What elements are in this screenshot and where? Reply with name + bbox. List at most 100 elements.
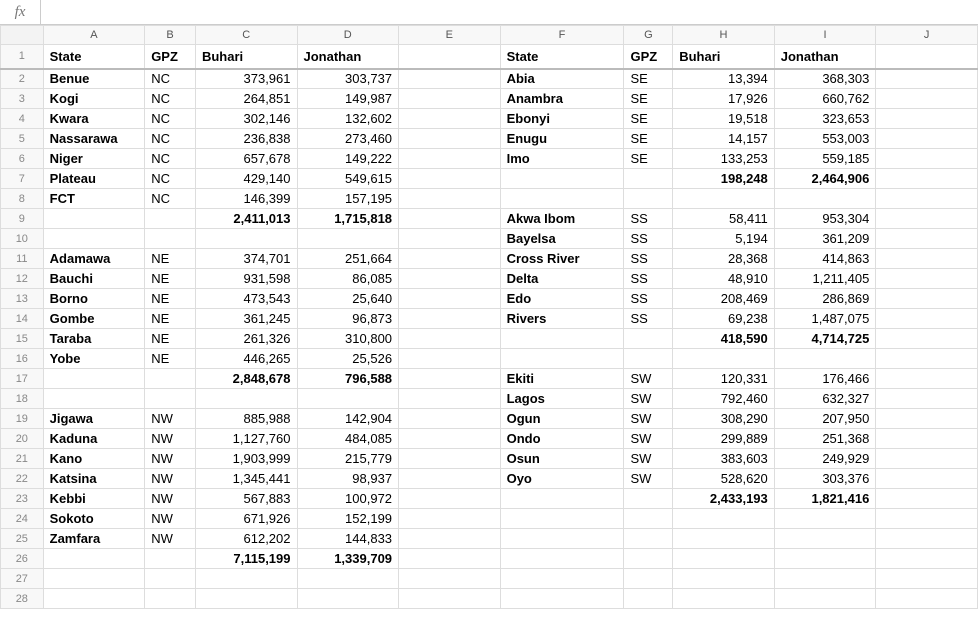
cell-C4[interactable]: 302,146 <box>195 109 297 129</box>
cell-D16[interactable]: 25,526 <box>297 349 399 369</box>
cell-F6[interactable]: Imo <box>500 149 624 169</box>
cell-G2[interactable]: SE <box>624 69 673 89</box>
cell-D4[interactable]: 132,602 <box>297 109 399 129</box>
cell-H7[interactable]: 198,248 <box>673 169 775 189</box>
cell-E10[interactable] <box>399 229 501 249</box>
cell-D5[interactable]: 273,460 <box>297 129 399 149</box>
cell-G8[interactable] <box>624 189 673 209</box>
cell-C18[interactable] <box>195 389 297 409</box>
cell-B15[interactable]: NE <box>145 329 196 349</box>
cell-E1[interactable] <box>399 45 501 69</box>
cell-H10[interactable]: 5,194 <box>673 229 775 249</box>
row-header-15[interactable]: 15 <box>1 329 44 349</box>
row-header-17[interactable]: 17 <box>1 369 44 389</box>
cell-A22[interactable]: Katsina <box>43 469 145 489</box>
cell-H3[interactable]: 17,926 <box>673 89 775 109</box>
cell-F8[interactable] <box>500 189 624 209</box>
row-header-12[interactable]: 12 <box>1 269 44 289</box>
row-header-20[interactable]: 20 <box>1 429 44 449</box>
cell-J3[interactable] <box>876 89 978 109</box>
cell-J13[interactable] <box>876 289 978 309</box>
row-header-2[interactable]: 2 <box>1 69 44 89</box>
cell-H5[interactable]: 14,157 <box>673 129 775 149</box>
cell-B5[interactable]: NC <box>145 129 196 149</box>
row-header-4[interactable]: 4 <box>1 109 44 129</box>
row-header-21[interactable]: 21 <box>1 449 44 469</box>
cell-F23[interactable] <box>500 489 624 509</box>
cell-I13[interactable]: 286,869 <box>774 289 876 309</box>
cell-E14[interactable] <box>399 309 501 329</box>
cell-J4[interactable] <box>876 109 978 129</box>
cell-H18[interactable]: 792,460 <box>673 389 775 409</box>
cell-D9[interactable]: 1,715,818 <box>297 209 399 229</box>
cell-A5[interactable]: Nassarawa <box>43 129 145 149</box>
cell-B1[interactable]: GPZ <box>145 45 196 69</box>
cell-A18[interactable] <box>43 389 145 409</box>
cell-H16[interactable] <box>673 349 775 369</box>
cell-D14[interactable]: 96,873 <box>297 309 399 329</box>
cell-G5[interactable]: SE <box>624 129 673 149</box>
row-header-13[interactable]: 13 <box>1 289 44 309</box>
cell-E5[interactable] <box>399 129 501 149</box>
cell-H14[interactable]: 69,238 <box>673 309 775 329</box>
col-header-C[interactable]: C <box>195 26 297 45</box>
cell-B24[interactable]: NW <box>145 509 196 529</box>
cell-C9[interactable]: 2,411,013 <box>195 209 297 229</box>
row-header-1[interactable]: 1 <box>1 45 44 69</box>
cell-A27[interactable] <box>43 569 145 589</box>
row-header-9[interactable]: 9 <box>1 209 44 229</box>
cell-A11[interactable]: Adamawa <box>43 249 145 269</box>
cell-F18[interactable]: Lagos <box>500 389 624 409</box>
cell-J6[interactable] <box>876 149 978 169</box>
cell-F13[interactable]: Edo <box>500 289 624 309</box>
cell-I14[interactable]: 1,487,075 <box>774 309 876 329</box>
cell-E23[interactable] <box>399 489 501 509</box>
cell-G26[interactable] <box>624 549 673 569</box>
cell-C8[interactable]: 146,399 <box>195 189 297 209</box>
cell-C10[interactable] <box>195 229 297 249</box>
col-header-E[interactable]: E <box>399 26 501 45</box>
cell-H24[interactable] <box>673 509 775 529</box>
cell-I12[interactable]: 1,211,405 <box>774 269 876 289</box>
cell-B8[interactable]: NC <box>145 189 196 209</box>
cell-F20[interactable]: Ondo <box>500 429 624 449</box>
cell-E21[interactable] <box>399 449 501 469</box>
cell-F24[interactable] <box>500 509 624 529</box>
cell-A23[interactable]: Kebbi <box>43 489 145 509</box>
col-header-H[interactable]: H <box>673 26 775 45</box>
cell-G17[interactable]: SW <box>624 369 673 389</box>
cell-H27[interactable] <box>673 569 775 589</box>
cell-J11[interactable] <box>876 249 978 269</box>
cell-F5[interactable]: Enugu <box>500 129 624 149</box>
cell-B25[interactable]: NW <box>145 529 196 549</box>
cell-E8[interactable] <box>399 189 501 209</box>
col-header-G[interactable]: G <box>624 26 673 45</box>
cell-G16[interactable] <box>624 349 673 369</box>
row-header-27[interactable]: 27 <box>1 569 44 589</box>
cell-A19[interactable]: Jigawa <box>43 409 145 429</box>
cell-H25[interactable] <box>673 529 775 549</box>
cell-I20[interactable]: 251,368 <box>774 429 876 449</box>
cell-A28[interactable] <box>43 589 145 609</box>
cell-J14[interactable] <box>876 309 978 329</box>
cell-H19[interactable]: 308,290 <box>673 409 775 429</box>
cell-A9[interactable] <box>43 209 145 229</box>
cell-I26[interactable] <box>774 549 876 569</box>
cell-F12[interactable]: Delta <box>500 269 624 289</box>
cell-B9[interactable] <box>145 209 196 229</box>
cell-B2[interactable]: NC <box>145 69 196 89</box>
cell-E17[interactable] <box>399 369 501 389</box>
cell-G12[interactable]: SS <box>624 269 673 289</box>
row-header-6[interactable]: 6 <box>1 149 44 169</box>
cell-E20[interactable] <box>399 429 501 449</box>
cell-B28[interactable] <box>145 589 196 609</box>
row-header-16[interactable]: 16 <box>1 349 44 369</box>
cell-B18[interactable] <box>145 389 196 409</box>
cell-B26[interactable] <box>145 549 196 569</box>
cell-F4[interactable]: Ebonyi <box>500 109 624 129</box>
cell-C23[interactable]: 567,883 <box>195 489 297 509</box>
cell-C11[interactable]: 374,701 <box>195 249 297 269</box>
cell-C15[interactable]: 261,326 <box>195 329 297 349</box>
cell-I19[interactable]: 207,950 <box>774 409 876 429</box>
row-header-25[interactable]: 25 <box>1 529 44 549</box>
